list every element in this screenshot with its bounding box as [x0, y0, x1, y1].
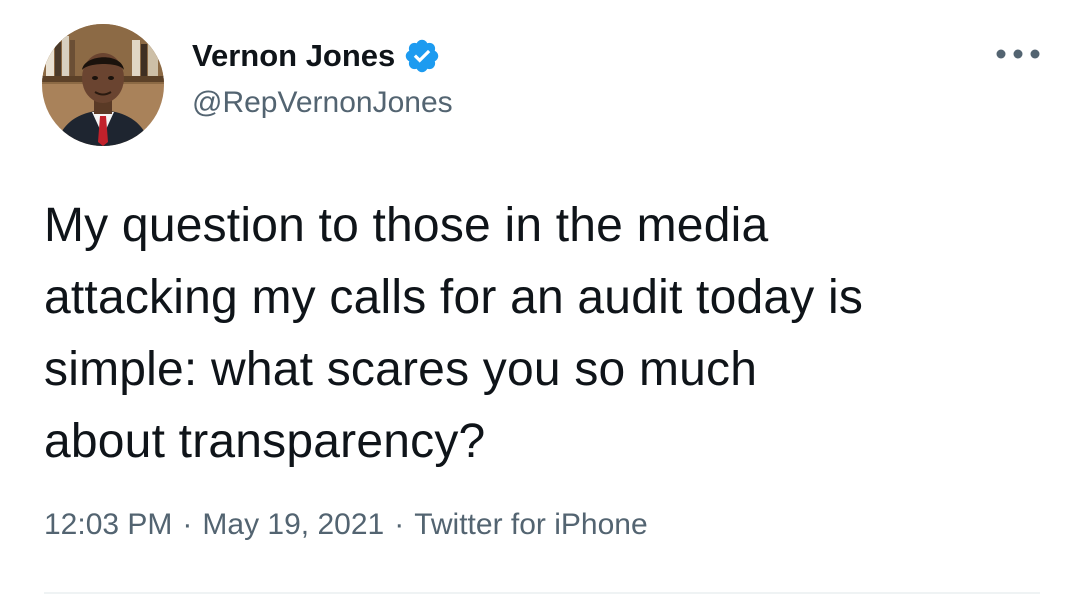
tweet-text: My question to those in the media attack… — [44, 190, 1054, 478]
author-name-row: Vernon Jones — [192, 36, 441, 76]
meta-separator: · — [182, 508, 193, 541]
tweet-time[interactable]: 12:03 PM — [44, 508, 172, 541]
tweet-text-line: attacking my calls for an audit today is — [44, 271, 864, 324]
avatar-image — [42, 24, 164, 146]
more-options-icon[interactable] — [990, 36, 1046, 72]
tweet-metadata: 12:03 PM · May 19, 2021 · Twitter for iPhone — [44, 508, 648, 542]
tweet-date[interactable]: May 19, 2021 — [202, 508, 384, 541]
author-display-name[interactable]: Vernon Jones — [192, 38, 395, 74]
tweet-source[interactable]: Twitter for iPhone — [414, 508, 647, 541]
verified-badge-icon — [403, 37, 441, 75]
tweet-text-line: about transparency? — [44, 415, 486, 468]
divider — [44, 592, 1040, 594]
meta-separator: · — [394, 508, 405, 541]
author-avatar[interactable] — [42, 24, 164, 146]
tweet-card: Vernon Jones @RepVernonJones My question… — [0, 0, 1080, 607]
author-handle[interactable]: @RepVernonJones — [192, 86, 453, 120]
tweet-text-line: simple: what scares you so much — [44, 343, 758, 396]
tweet-text-line: My question to those in the media — [44, 199, 769, 252]
